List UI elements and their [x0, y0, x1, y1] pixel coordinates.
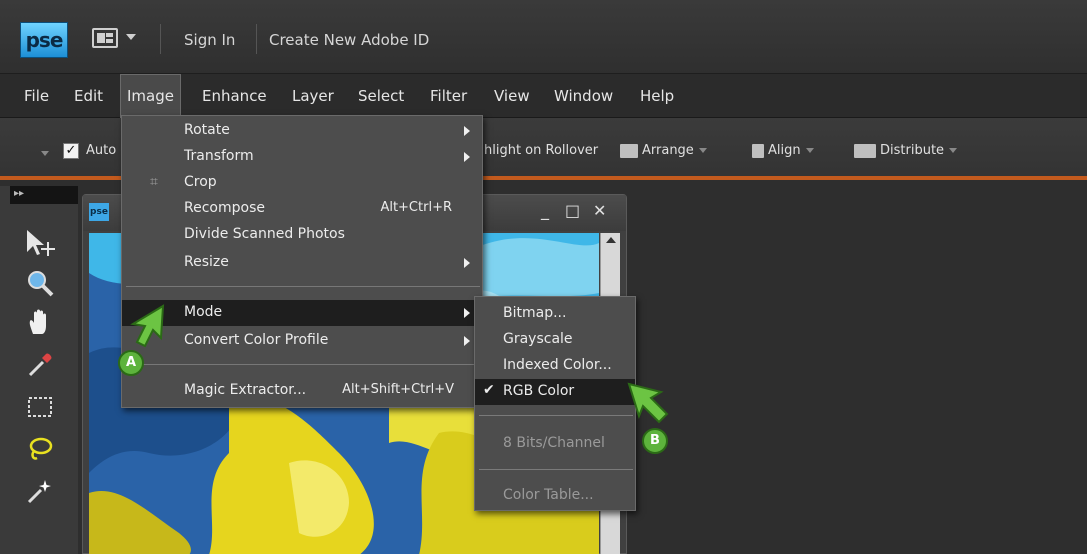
submenu-item-indexed-color[interactable]: Indexed Color... — [475, 353, 635, 379]
auto-select-checkbox[interactable]: ✓ — [63, 143, 79, 159]
distribute-dropdown[interactable]: Distribute — [854, 143, 958, 158]
menu-item-mode[interactable]: Mode — [122, 300, 482, 326]
submenu-arrow-icon — [464, 336, 470, 346]
menu-filter[interactable]: Filter — [424, 74, 473, 118]
distribute-icon — [854, 143, 876, 158]
menu-item-divide-scanned-photos[interactable]: Divide Scanned Photos — [122, 222, 482, 248]
menu-item-rotate[interactable]: Rotate — [122, 118, 482, 144]
close-button[interactable]: ✕ — [593, 201, 606, 220]
menu-divider — [126, 286, 480, 287]
callout-badge-a: A — [118, 350, 144, 376]
minimize-button[interactable]: _ — [541, 201, 549, 220]
checkmark-icon: ✔ — [483, 382, 495, 398]
chevron-down-icon — [698, 148, 707, 153]
move-icon[interactable] — [20, 228, 60, 266]
expand-icon[interactable]: ▸▸ — [14, 188, 24, 199]
align-dropdown[interactable]: Align — [752, 143, 814, 158]
callout-badge-b: B — [642, 428, 668, 454]
magic-wand-icon[interactable] — [20, 476, 60, 514]
align-icon — [752, 143, 764, 158]
menu-image[interactable]: Image — [120, 74, 181, 118]
menu-item-transform[interactable]: Transform — [122, 144, 482, 170]
app-logo: pse — [20, 22, 68, 58]
menu-layer[interactable]: Layer — [286, 74, 340, 118]
divider — [160, 24, 161, 54]
image-menu: Rotate Transform ⌗ Crop Recompose Alt+Ctrl… — [121, 115, 483, 408]
menu-bar: File Edit Image Enhance Layer Select Fil… — [0, 74, 1087, 118]
create-adobe-id-link[interactable]: Create New Adobe ID — [269, 31, 429, 49]
menu-item-magic-extractor[interactable]: Magic Extractor... Alt+Shift+Ctrl+V — [122, 378, 482, 404]
chevron-down-icon — [805, 148, 814, 153]
submenu-arrow-icon — [464, 152, 470, 162]
sign-in-link[interactable]: Sign In — [184, 31, 235, 49]
distribute-label: Distribute — [880, 143, 945, 158]
arrange-icon — [620, 143, 638, 158]
submenu-item-8-bits-channel: 8 Bits/Channel — [503, 435, 605, 451]
mode-submenu: Bitmap... Grayscale Indexed Color... ✔ RG… — [474, 296, 636, 511]
scroll-up-icon[interactable] — [606, 237, 616, 243]
submenu-item-grayscale[interactable]: Grayscale — [475, 327, 635, 353]
align-label: Align — [768, 143, 801, 158]
highlight-rollover-label: hlight on Rollover — [484, 143, 599, 158]
submenu-item-rgb-color[interactable]: ✔ RGB Color — [475, 379, 635, 405]
lasso-icon[interactable] — [20, 434, 60, 472]
menu-item-convert-color-profile[interactable]: Convert Color Profile — [122, 328, 482, 354]
menu-select[interactable]: Select — [352, 74, 410, 118]
shortcut-label: Alt+Shift+Ctrl+V — [342, 382, 454, 397]
options-collapse-icon[interactable] — [36, 146, 49, 161]
menu-file[interactable]: File — [18, 74, 55, 118]
divider — [256, 24, 257, 54]
menu-view[interactable]: View — [488, 74, 536, 118]
shortcut-label: Alt+Ctrl+R — [380, 200, 452, 215]
menu-help[interactable]: Help — [634, 74, 680, 118]
crop-icon: ⌗ — [150, 174, 158, 190]
menu-item-resize[interactable]: Resize — [122, 250, 482, 276]
menu-item-recompose[interactable]: Recompose Alt+Ctrl+R — [122, 196, 482, 222]
menu-item-crop[interactable]: ⌗ Crop — [122, 170, 482, 196]
eyedropper-icon[interactable] — [20, 350, 60, 388]
arrange-dropdown[interactable]: Arrange — [620, 143, 707, 158]
document-badge: pse — [89, 203, 109, 221]
maximize-button[interactable]: □ — [565, 201, 580, 220]
marquee-icon[interactable] — [20, 392, 60, 430]
zoom-icon[interactable] — [20, 268, 60, 306]
submenu-arrow-icon — [464, 258, 470, 268]
chevron-down-icon — [949, 148, 958, 153]
submenu-item-bitmap[interactable]: Bitmap... — [475, 301, 635, 327]
submenu-arrow-icon — [464, 126, 470, 136]
menu-divider — [126, 364, 480, 365]
chevron-down-icon[interactable] — [126, 34, 136, 40]
top-bar: pse Sign In Create New Adobe ID — [0, 0, 1087, 74]
menu-edit[interactable]: Edit — [68, 74, 109, 118]
hand-icon[interactable] — [20, 308, 60, 346]
menu-divider — [479, 415, 633, 416]
submenu-item-color-table: Color Table... — [503, 487, 594, 503]
menu-window[interactable]: Window — [548, 74, 619, 118]
toolbox-header[interactable]: ▸▸ — [10, 186, 78, 204]
submenu-arrow-icon — [464, 308, 470, 318]
menu-divider — [479, 469, 633, 470]
layout-icon[interactable] — [92, 28, 118, 48]
arrange-label: Arrange — [642, 143, 694, 158]
auto-select-label: Auto — [86, 143, 117, 158]
menu-enhance[interactable]: Enhance — [196, 74, 273, 118]
